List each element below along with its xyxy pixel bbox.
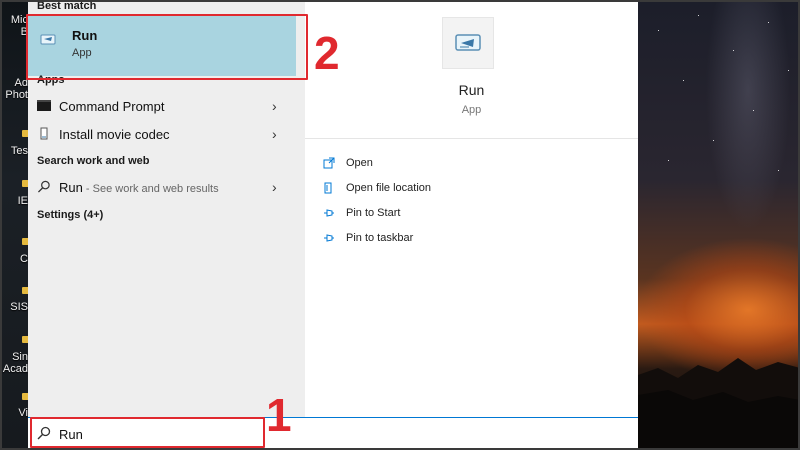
desktop-icon-label[interactable]: Tes — [0, 145, 28, 157]
action-label: Open file location — [346, 182, 431, 194]
desktop-icon-label[interactable]: C — [0, 253, 28, 265]
pin-icon — [324, 234, 334, 242]
annotation-highlight-box-2 — [26, 14, 308, 80]
annotation-step-2: 2 — [314, 27, 340, 79]
chevron-right-icon[interactable]: › — [272, 179, 277, 195]
section-best-match: Best match — [37, 0, 97, 12]
action-open[interactable]: Open — [323, 154, 523, 174]
open-icon — [323, 157, 335, 169]
section-search-web: Search work and web — [37, 155, 150, 167]
list-item-install-movie-codec[interactable]: Install movie codec › — [28, 122, 296, 146]
file-location-icon — [324, 182, 332, 194]
action-label: Pin to taskbar — [346, 232, 414, 244]
command-prompt-icon — [37, 100, 51, 111]
pin-icon — [324, 209, 334, 217]
annotation-step-1: 1 — [266, 389, 292, 441]
item-label: Install movie codec — [59, 127, 170, 142]
action-open-file-location[interactable]: Open file location — [323, 179, 523, 199]
desktop-icon-label[interactable]: B — [0, 26, 28, 38]
divider — [305, 138, 638, 139]
desktop-left-area: Mic B Ad Phot Tes IE C SIS Sin Acad Vi — [0, 0, 28, 450]
desktop-icon-label[interactable]: Acad — [0, 363, 28, 375]
item-label: Run - See work and web results — [59, 180, 219, 195]
chevron-right-icon[interactable]: › — [272, 126, 277, 142]
desktop-icon-label[interactable]: SIS — [0, 301, 28, 313]
details-app-name: Run — [458, 82, 485, 98]
run-app-large-icon — [442, 17, 494, 69]
desktop-icon-label[interactable]: Mic — [0, 14, 28, 26]
desktop-icon-label[interactable]: Ad — [0, 77, 28, 89]
section-settings[interactable]: Settings (4+) — [37, 209, 103, 221]
desktop-icon-label[interactable]: Sin — [0, 351, 28, 363]
details-card: Run App Open Open file location Pin to S… — [305, 0, 638, 417]
document-icon — [40, 127, 48, 140]
desktop-icon-label[interactable]: Phot — [0, 89, 28, 101]
details-pane: Run App Open Open file location Pin to S… — [305, 0, 638, 417]
annotation-highlight-box-1 — [30, 417, 265, 448]
list-item-web-search[interactable]: Run - See work and web results › — [28, 175, 296, 199]
list-item-command-prompt[interactable]: Command Prompt › — [28, 94, 296, 118]
web-search-hint: - See work and web results — [82, 183, 219, 195]
desktop-icon-label[interactable]: IE — [0, 195, 28, 207]
item-label: Command Prompt — [59, 99, 165, 114]
mountain-silhouette — [638, 358, 800, 450]
chevron-right-icon[interactable]: › — [272, 98, 277, 114]
action-pin-to-start[interactable]: Pin to Start — [323, 204, 523, 224]
action-label: Pin to Start — [346, 207, 401, 219]
desktop-icon-label[interactable]: Vi — [0, 407, 28, 419]
action-label: Open — [346, 157, 373, 169]
web-search-term: Run — [59, 180, 83, 195]
desktop-wallpaper — [638, 0, 800, 450]
action-pin-to-taskbar[interactable]: Pin to taskbar — [323, 229, 523, 249]
search-icon — [37, 180, 50, 193]
details-app-type: App — [461, 104, 482, 116]
